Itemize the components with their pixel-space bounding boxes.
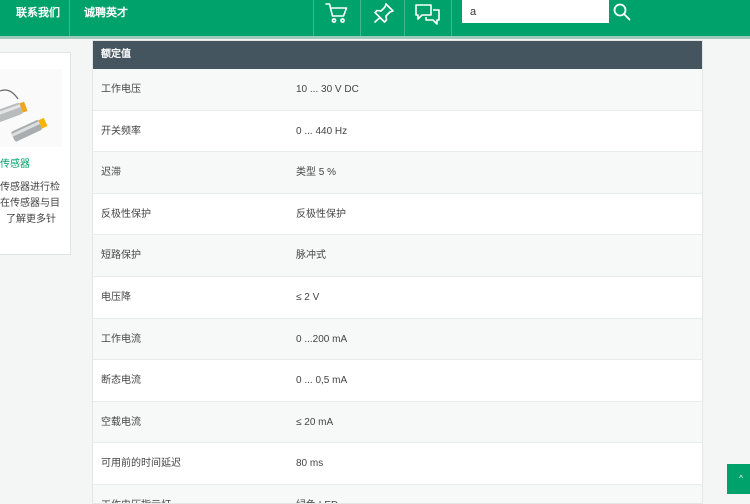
table-row: 断态电流 0 ... 0,5 mA [93, 360, 702, 402]
top-navigation-bar: 联系我们 诚聘英才 [0, 0, 750, 36]
spec-key: 工作电流 [101, 333, 141, 345]
nav-shadow [0, 36, 750, 39]
spec-key: 工作电压指示灯 [101, 485, 171, 503]
table-row: 开关频率 0 ... 440 Hz [93, 111, 702, 153]
spec-value: 绿色 LED [296, 485, 338, 503]
table-row: 工作电压 10 ... 30 V DC [93, 69, 702, 111]
search-icon [613, 3, 631, 21]
sensor-product-image [0, 69, 62, 147]
spec-key: 空载电流 [101, 416, 141, 428]
teaser-text-line: 传感器进行检 [0, 182, 60, 193]
spec-key: 反极性保护 [101, 208, 151, 220]
ratings-spec-table: 额定值 工作电压 10 ... 30 V DC 开关频率 0 ... 440 Hz … [92, 40, 703, 504]
table-row: 空载电流 ≤ 20 mA [93, 401, 702, 444]
chat-icon [415, 4, 440, 25]
table-row: 短路保护 脉冲式 [93, 235, 702, 277]
spec-value: 80 ms [296, 458, 324, 470]
sensor-image [0, 69, 62, 147]
careers-link[interactable]: 诚聘英才 [84, 0, 128, 36]
table-row: 工作电压指示灯 绿色 LED [93, 484, 702, 503]
product-category-link[interactable]: 传感器 [0, 155, 30, 170]
nav-divider [451, 0, 452, 36]
cart-button[interactable] [314, 0, 360, 36]
product-teaser-card[interactable]: 传感器 传感器进行检 在传感器与目 了解更多针 [0, 52, 71, 255]
pin-icon [374, 3, 394, 23]
spec-value: 反极性保护 [296, 208, 346, 220]
spec-value: 0 ... 440 Hz [296, 125, 348, 137]
table-body: 工作电压 10 ... 30 V DC 开关频率 0 ... 440 Hz 迟滞 类型… [93, 69, 702, 503]
pin-button[interactable] [361, 0, 407, 36]
contact-us-link[interactable]: 联系我们 [16, 0, 60, 36]
teaser-text-line: 在传感器与目 [0, 198, 60, 209]
spec-key: 断态电流 [101, 375, 141, 387]
table-row: 工作电流 0 ...200 mA [93, 318, 702, 361]
spec-value: ≤ 2 V [296, 291, 320, 303]
table-row: 迟滞 类型 5 % [93, 152, 702, 194]
spec-key: 开关频率 [101, 125, 141, 137]
teaser-text-line: 了解更多针 [6, 214, 56, 225]
chat-button[interactable] [405, 0, 451, 36]
search-button[interactable] [611, 0, 633, 24]
table-row: 电压降 ≤ 2 V [93, 277, 702, 319]
table-header: 额定值 [93, 41, 702, 69]
nav-divider [69, 0, 70, 36]
search-input[interactable] [462, 0, 609, 23]
spec-value: 0 ...200 mA [296, 333, 348, 345]
spec-value: 10 ... 30 V DC [296, 84, 359, 95]
spec-key: 迟滞 [101, 167, 121, 179]
table-row: 反极性保护 反极性保护 [93, 194, 702, 236]
cart-icon [325, 3, 348, 23]
spec-key: 工作电压 [101, 84, 141, 95]
spec-key: 电压降 [101, 291, 131, 303]
table-row: 可用前的时间延迟 80 ms [93, 443, 702, 485]
spec-value: ≤ 20 mA [296, 416, 334, 428]
spec-key: 可用前的时间延迟 [101, 458, 181, 470]
spec-value: 类型 5 % [296, 167, 337, 179]
spec-key: 短路保护 [101, 250, 141, 262]
spec-value: 脉冲式 [296, 250, 326, 262]
spec-value: 0 ... 0,5 mA [296, 375, 348, 387]
back-to-top-button[interactable]: ^ [727, 464, 750, 494]
